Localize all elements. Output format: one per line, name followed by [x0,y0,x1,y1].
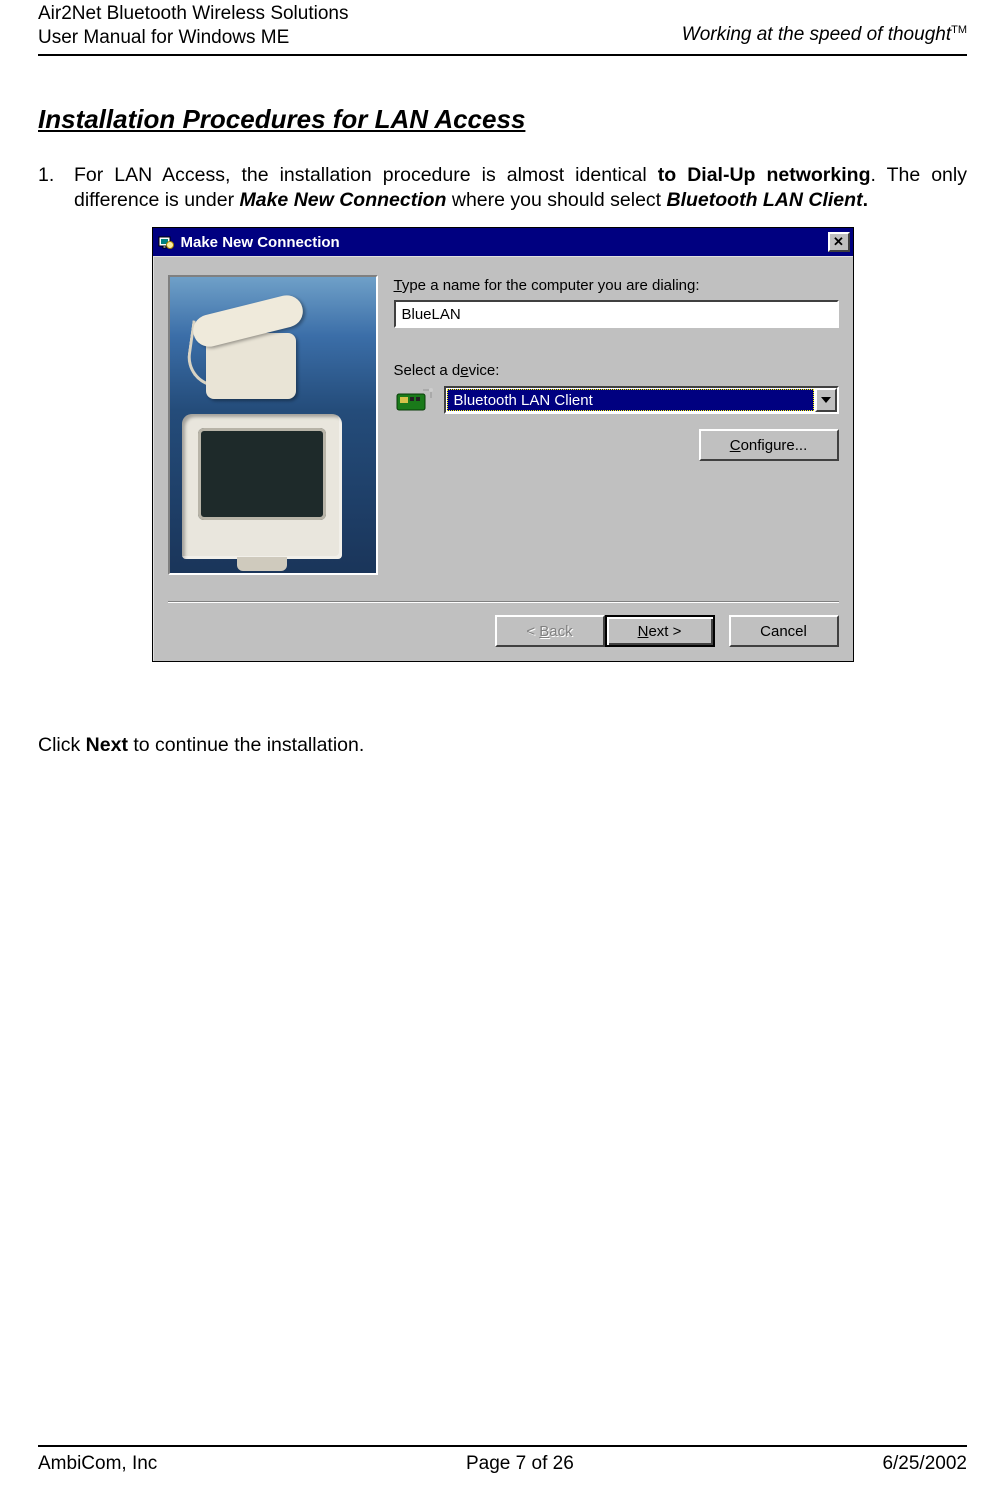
next-button[interactable]: Next > [605,615,715,647]
text-seg: where you should select [446,189,666,211]
dialog-body: Type a name for the computer you are dia… [153,256,853,661]
device-combobox[interactable]: Bluetooth LAN Client [444,386,839,414]
header-left: Air2Net Bluetooth Wireless Solutions Use… [38,2,348,50]
header-line1: Air2Net Bluetooth Wireless Solutions [38,3,348,24]
configure-button[interactable]: Configure... [699,429,839,461]
header-right: Working at the speed of thoughtTM [682,24,967,50]
after-post: to continue the installation. [128,734,364,756]
name-label: Type a name for the computer you are dia… [394,277,839,294]
make-new-connection-dialog: Make New Connection ✕ Typ [152,227,854,662]
list-number: 1. [38,163,74,214]
tm-mark: TM [951,24,967,36]
text-seg: For LAN Access, the installation procedu… [74,164,658,186]
device-selected: Bluetooth LAN Client [447,389,814,411]
continue-instruction: Click Next to continue the installation. [38,734,967,757]
page-header: Air2Net Bluetooth Wireless Solutions Use… [38,0,967,50]
name-label-text: ype a name for the computer you are dial… [402,277,700,294]
back-button[interactable]: < Back [495,615,605,647]
footer-center: Page 7 of 26 [466,1453,574,1475]
dialog-separator [168,601,839,603]
footer-rule [38,1445,967,1447]
monitor-graphic [182,414,342,559]
text-seg-bold: . [863,189,868,211]
connection-name-value: BlueLAN [402,306,461,323]
header-line2: User Manual for Windows ME [38,27,289,48]
after-pre: Click [38,734,86,756]
page-footer: AmbiCom, Inc Page 7 of 26 6/25/2002 [38,1437,967,1475]
device-icon [394,385,434,415]
list-content: For LAN Access, the installation procedu… [74,163,967,214]
text-seg-bolditalic: Make New Connection [240,189,447,211]
footer-left: AmbiCom, Inc [38,1453,157,1475]
instruction-list: 1. For LAN Access, the installation proc… [38,163,967,214]
configure-button-rest: onfigure... [741,437,808,454]
text-seg-bold: to Dial-Up networking [658,164,871,186]
cancel-button[interactable]: Cancel [729,615,839,647]
dialog-titlebar: Make New Connection ✕ [153,228,853,256]
wizard-button-row: < Back Next > Cancel [168,615,839,647]
connection-name-input[interactable]: BlueLAN [394,300,839,328]
header-rule [38,54,967,56]
chevron-down-icon[interactable] [815,388,837,412]
header-tagline: Working at the speed of thought [682,24,951,45]
dialog-figure: Make New Connection ✕ Typ [38,227,967,662]
dialog-title-text: Make New Connection [181,234,828,251]
device-label: Select a device: [394,362,839,379]
wizard-side-image [168,275,378,575]
text-seg-bolditalic: Bluetooth LAN Client [667,189,863,211]
form-area: Type a name for the computer you are dia… [394,275,839,575]
phone-graphic [192,293,312,408]
footer-right: 6/25/2002 [882,1453,967,1475]
dialog-title-icon [157,233,175,251]
after-bold: Next [86,734,128,756]
list-item-1: 1. For LAN Access, the installation proc… [38,163,967,214]
section-title: Installation Procedures for LAN Access [38,104,967,135]
close-button[interactable]: ✕ [828,232,850,252]
